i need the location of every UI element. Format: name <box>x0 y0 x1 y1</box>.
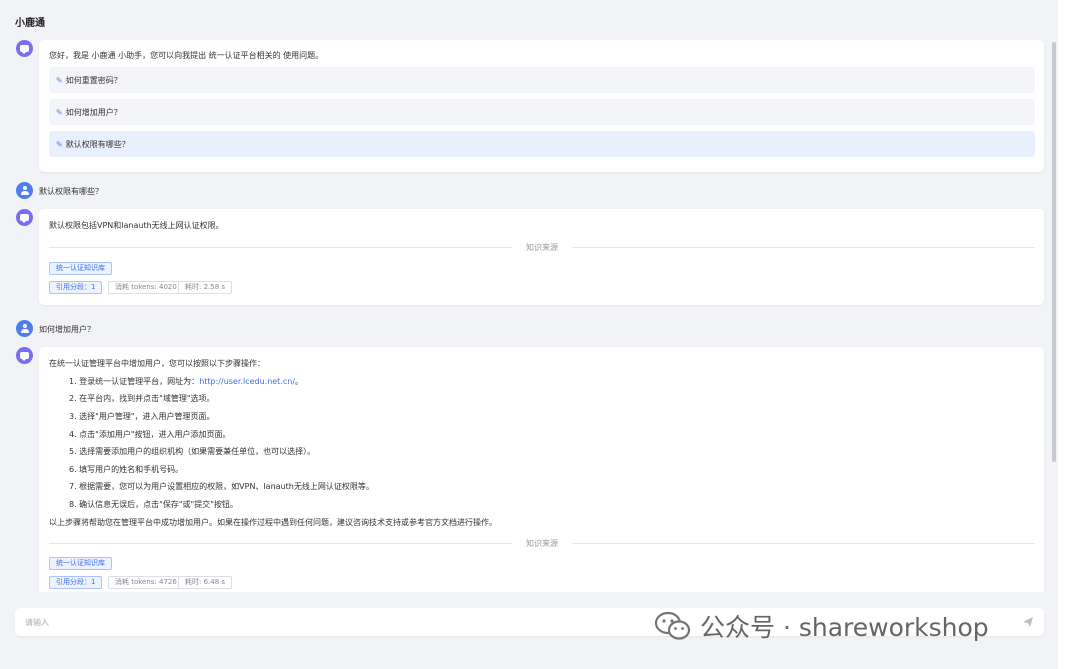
platform-link[interactable]: http://user.lcedu.net.cn/ <box>199 377 295 386</box>
knowledge-base-tag[interactable]: 统一认证知识库 <box>49 262 112 275</box>
pencil-icon: ✎ <box>56 75 63 85</box>
chat-bubble-icon <box>20 214 29 223</box>
app-title: 小鹿通 <box>15 18 45 29</box>
tokens-tag: 消耗 tokens: 4726 <box>108 576 184 589</box>
bot-avatar <box>16 40 33 57</box>
suggestion-label: 默认权限有哪些？ <box>65 139 130 149</box>
knowledge-source-divider: 知识来源 <box>49 242 1035 252</box>
step-7: 7. 根据需要，您可以为用户设置相应的权限，如VPN、lanauth无线上网认证… <box>69 482 374 491</box>
answer-text: 默认权限包括VPN和lanauth无线上网认证权限。 <box>49 221 224 230</box>
step-1-suffix: 。 <box>295 377 304 386</box>
watermark-text: 公众号 · shareworkshop <box>700 613 989 642</box>
user-avatar <box>16 182 33 199</box>
knowledge-source-divider: 知识来源 <box>49 538 1035 548</box>
step-4: 4. 点击"添加用户"按钮，进入用户添加页面。 <box>69 430 231 439</box>
watermark: 公众号 · shareworkshop <box>654 608 989 644</box>
tokens-tag: 消耗 tokens: 4020 <box>108 281 184 294</box>
bot-avatar <box>16 347 33 364</box>
step-8: 8. 确认信息无误后，点击"保存"或"提交"按钮。 <box>69 500 238 509</box>
step-2: 2. 在平台内，找到并点击"域管理"选项。 <box>69 394 215 403</box>
time-tag: 耗时: 6.48 s <box>178 576 233 589</box>
chat-bubble-icon <box>20 352 29 361</box>
knowledge-source-label: 知识来源 <box>526 243 558 252</box>
citation-tag[interactable]: 引用分段：1 <box>49 281 103 294</box>
chat-bubble-icon <box>20 45 29 54</box>
answer-card: 在统一认证管理平台中增加用户，您可以按照以下步骤操作： 1. 登录统一认证管理平… <box>39 347 1044 592</box>
user-icon <box>20 323 29 334</box>
step-5: 5. 选择需要添加用户的组织机构（如果需要兼任单位，也可以选择）。 <box>69 447 316 456</box>
greeting-text: 您好，我是 小鹿通 小助手，您可以向我提出 统一认证平台相关的 使用问题。 <box>49 51 324 60</box>
wechat-icon <box>654 611 691 640</box>
suggestion-add-user[interactable]: ✎ 如何增加用户？ <box>49 99 1035 125</box>
bot-avatar <box>16 209 33 226</box>
scrollbar[interactable] <box>1050 36 1058 592</box>
greeting-card: 您好，我是 小鹿通 小助手，您可以向我提出 统一认证平台相关的 使用问题。 ✎ 如… <box>39 40 1044 172</box>
citation-tag[interactable]: 引用分段：1 <box>49 576 103 589</box>
knowledge-source-label: 知识来源 <box>526 539 558 548</box>
send-icon[interactable] <box>1022 616 1034 628</box>
answer-card: 默认权限包括VPN和lanauth无线上网认证权限。 知识来源 统一认证知识库 … <box>39 209 1044 305</box>
suggestion-reset-password[interactable]: ✎ 如何重置密码？ <box>49 67 1035 93</box>
step-6: 6. 填写用户的姓名和手机号码。 <box>69 465 184 474</box>
suggestion-label: 如何增加用户？ <box>65 107 122 117</box>
user-icon <box>20 185 29 196</box>
pencil-icon: ✎ <box>56 139 63 149</box>
answer-outro: 以上步骤将帮助您在管理平台中成功增加用户。如果在操作过程中遇到任何问题，建议咨询… <box>49 518 497 527</box>
message-list[interactable]: 您好，我是 小鹿通 小助手，您可以向我提出 统一认证平台相关的 使用问题。 ✎ 如… <box>0 36 1058 592</box>
user-message: 如何增加用户？ <box>39 325 95 334</box>
user-message: 默认权限有哪些？ <box>39 187 103 196</box>
chat-panel: 小鹿通 您好，我是 小鹿通 小助手，您可以向我提出 统一认证平台相关的 使用问题… <box>0 0 1058 669</box>
pencil-icon: ✎ <box>56 107 63 117</box>
suggestion-default-permissions[interactable]: ✎ 默认权限有哪些？ <box>49 131 1035 157</box>
time-tag: 耗时: 2.58 s <box>178 281 233 294</box>
user-avatar <box>16 320 33 337</box>
knowledge-base-tag[interactable]: 统一认证知识库 <box>49 557 112 570</box>
answer-intro: 在统一认证管理平台中增加用户，您可以按照以下步骤操作： <box>49 359 265 368</box>
step-1-text: 1. 登录统一认证管理平台，网址为： <box>69 377 200 386</box>
suggestion-label: 如何重置密码？ <box>65 75 122 85</box>
step-1: 1. 登录统一认证管理平台，网址为：http://user.lcedu.net.… <box>69 376 303 387</box>
step-3: 3. 选择"用户管理"，进入用户管理页面。 <box>69 412 215 421</box>
scrollbar-thumb[interactable] <box>1052 42 1056 462</box>
